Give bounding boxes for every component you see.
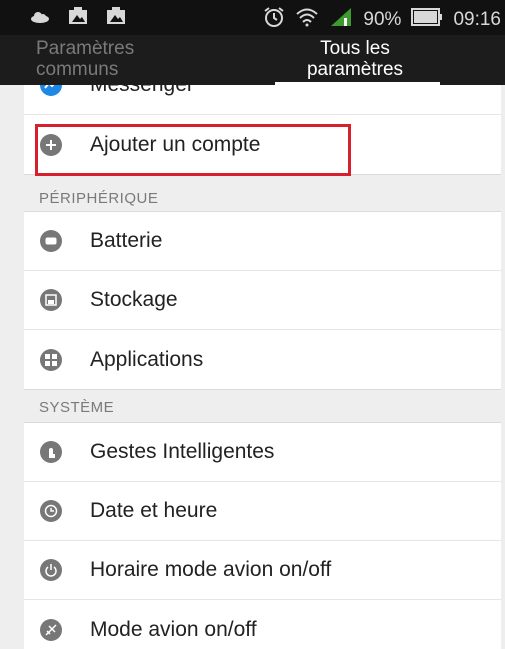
image-icon [68, 7, 88, 30]
highlight-box [35, 124, 351, 176]
list-item-label: Messenger [90, 85, 194, 97]
list-item-airplane-mode[interactable]: Mode avion on/off [24, 600, 501, 649]
power-icon [40, 559, 62, 581]
tab-label: Paramètres [36, 38, 135, 59]
list-item-label: Batterie [90, 229, 163, 252]
list-item-label: Mode avion on/off [90, 617, 257, 641]
list-item-messenger[interactable]: Messenger [24, 85, 501, 115]
cloud-icon [30, 10, 50, 28]
list-item-label: Gestes Intelligentes [90, 440, 275, 463]
image-icon [106, 7, 126, 30]
list-item-battery[interactable]: Batterie [24, 212, 501, 271]
list-item-airplane-schedule[interactable]: Horaire mode avion on/off [24, 541, 501, 600]
tab-label: paramètres [306, 59, 404, 80]
signal-icon [329, 7, 353, 33]
list-item-applications[interactable]: Applications [24, 330, 501, 389]
tab-label: communs [36, 59, 119, 80]
section-header-system: SYSTÈME [39, 399, 115, 416]
device-card: Batterie Stockage Applications [24, 211, 501, 390]
status-bar: 90% 09:16 [0, 0, 505, 35]
apps-icon [40, 348, 62, 371]
battery-icon [411, 8, 443, 32]
alarm-icon [263, 6, 285, 34]
list-item-label: Date et heure [90, 499, 218, 522]
list-item-label: Horaire mode avion on/off [90, 558, 332, 581]
airplane-icon [40, 618, 62, 641]
tab-all-settings[interactable]: Tous les paramètres [275, 38, 435, 80]
battery-percent: 90% [363, 9, 402, 30]
messenger-icon [40, 85, 62, 96]
settings-tabs: Paramètres communs Tous les paramètres [0, 35, 505, 85]
gesture-icon [40, 441, 62, 463]
storage-icon [40, 289, 62, 311]
list-item-label: Stockage [90, 288, 178, 311]
list-item-date-time[interactable]: Date et heure [24, 482, 501, 541]
battery-icon [40, 230, 62, 252]
section-header-device: PÉRIPHÉRIQUE [39, 190, 159, 207]
clock-time: 09:16 [453, 9, 501, 30]
list-item-storage[interactable]: Stockage [24, 271, 501, 330]
list-item-smart-gestures[interactable]: Gestes Intelligentes [24, 423, 501, 482]
list-item-label: Applications [90, 347, 204, 371]
tab-common-settings[interactable]: Paramètres communs [36, 38, 216, 80]
system-card: Gestes Intelligentes Date et heure Horai… [24, 422, 501, 649]
wifi-icon [295, 7, 319, 33]
clock-icon [40, 500, 62, 522]
tab-label: Tous les [320, 38, 390, 59]
